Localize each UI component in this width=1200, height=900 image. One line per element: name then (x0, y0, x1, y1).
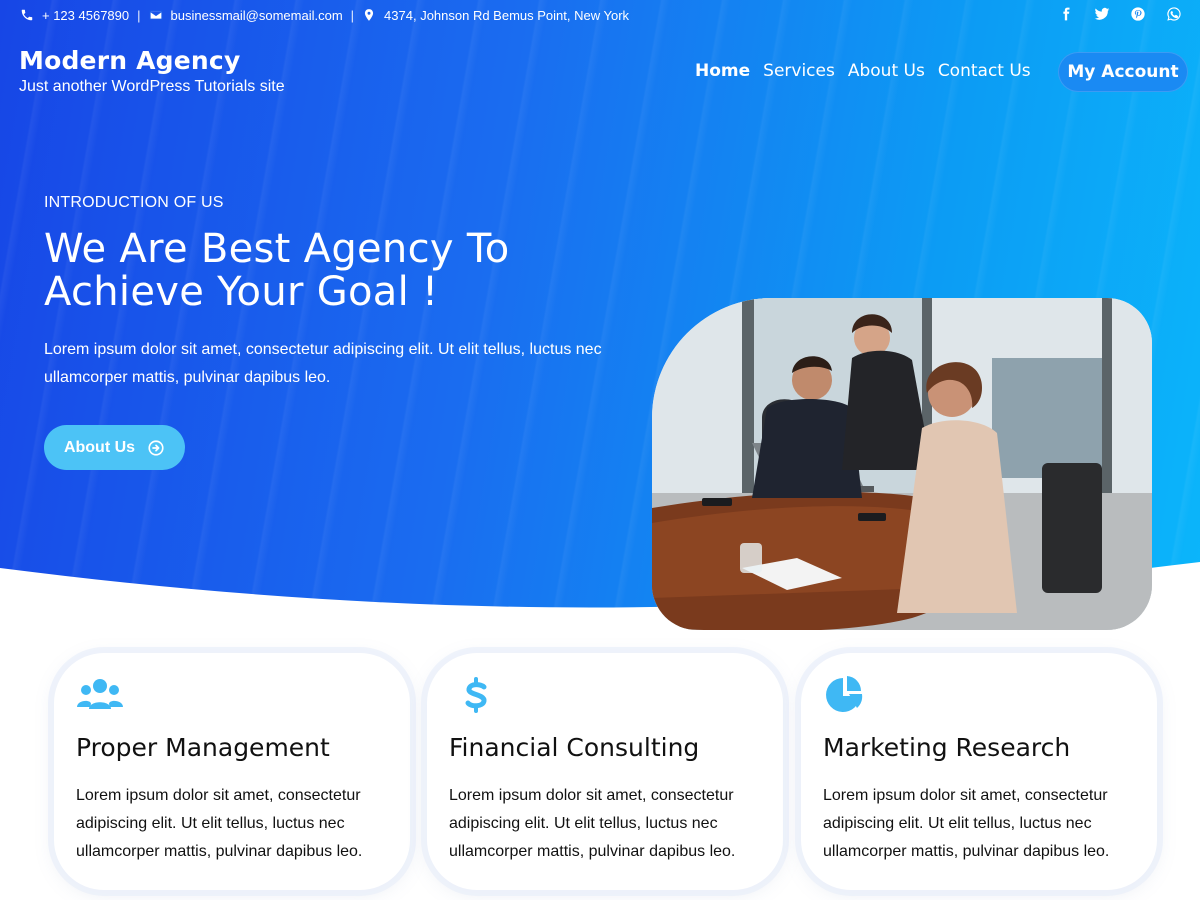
feature-text: Lorem ipsum dolor sit amet, consectetur … (449, 787, 736, 860)
nav-item-contact-us[interactable]: Contact Us (938, 61, 1031, 81)
feature-text: Lorem ipsum dolor sit amet, consectetur … (76, 787, 363, 860)
about-us-button[interactable]: About Us (44, 425, 185, 470)
main-nav: Home Services About Us Contact Us (695, 61, 1031, 81)
nav-item-home[interactable]: Home (695, 61, 750, 81)
contact-phone[interactable]: + 123 4567890 (20, 8, 129, 23)
facebook-icon[interactable] (1058, 6, 1074, 22)
phone-icon (21, 9, 33, 21)
pie-chart-icon (826, 676, 863, 712)
email-text: businessmail@somemail.com (170, 7, 343, 23)
separator: | (137, 7, 141, 23)
address-text: 4374, Johnson Rd Bemus Point, New York (384, 7, 630, 23)
nav-item-services[interactable]: Services (763, 61, 835, 81)
arrow-circle-right-icon (148, 439, 164, 456)
team-photo (652, 298, 1152, 630)
social-links (1058, 6, 1182, 22)
office-meeting-illustration (652, 298, 1152, 630)
twitter-icon[interactable] (1094, 6, 1110, 22)
feature-title: Financial Consulting (449, 733, 700, 762)
feature-card: Proper Management Lorem ipsum dolor sit … (54, 653, 410, 890)
my-account-button[interactable]: My Account (1058, 52, 1188, 92)
contact-email[interactable]: businessmail@somemail.com (149, 8, 343, 23)
feature-text: Lorem ipsum dolor sit amet, consectetur … (823, 787, 1110, 860)
team-icon (77, 679, 123, 709)
whatsapp-icon[interactable] (1166, 6, 1182, 22)
feature-title: Proper Management (76, 733, 330, 762)
separator: | (350, 7, 355, 23)
feature-title: Marketing Research (823, 733, 1071, 762)
hero-description: Lorem ipsum dolor sit amet, consectetur … (44, 341, 602, 386)
feature-card: Financial Consulting Lorem ipsum dolor s… (427, 653, 783, 890)
site-header: Modern Agency Just another WordPress Tut… (0, 30, 1200, 108)
phone-text: + 123 4567890 (42, 7, 130, 23)
dollar-icon (465, 677, 487, 713)
site-branding: Modern Agency Just another WordPress Tut… (19, 46, 285, 96)
about-us-button-label: About Us (63, 438, 136, 456)
map-pin-icon (364, 9, 374, 21)
site-title[interactable]: Modern Agency (19, 46, 285, 75)
pinterest-icon[interactable] (1130, 6, 1146, 22)
hero-eyebrow: INTRODUCTION OF US (44, 194, 224, 211)
feature-card: Marketing Research Lorem ipsum dolor sit… (801, 653, 1157, 890)
nav-item-about-us[interactable]: About Us (848, 61, 925, 81)
site-tagline: Just another WordPress Tutorials site (19, 78, 285, 95)
headline-line-2: Achieve Your Goal ! (44, 269, 439, 315)
headline-line-1: We Are Best Agency To (44, 226, 510, 272)
contact-address: 4374, Johnson Rd Bemus Point, New York (362, 8, 629, 23)
envelope-icon (149, 10, 162, 20)
top-bar: + 123 4567890 | businessmail@somemail.co… (0, 0, 1200, 30)
hero-headline: We Are Best Agency To Achieve Your Goal … (44, 228, 644, 314)
